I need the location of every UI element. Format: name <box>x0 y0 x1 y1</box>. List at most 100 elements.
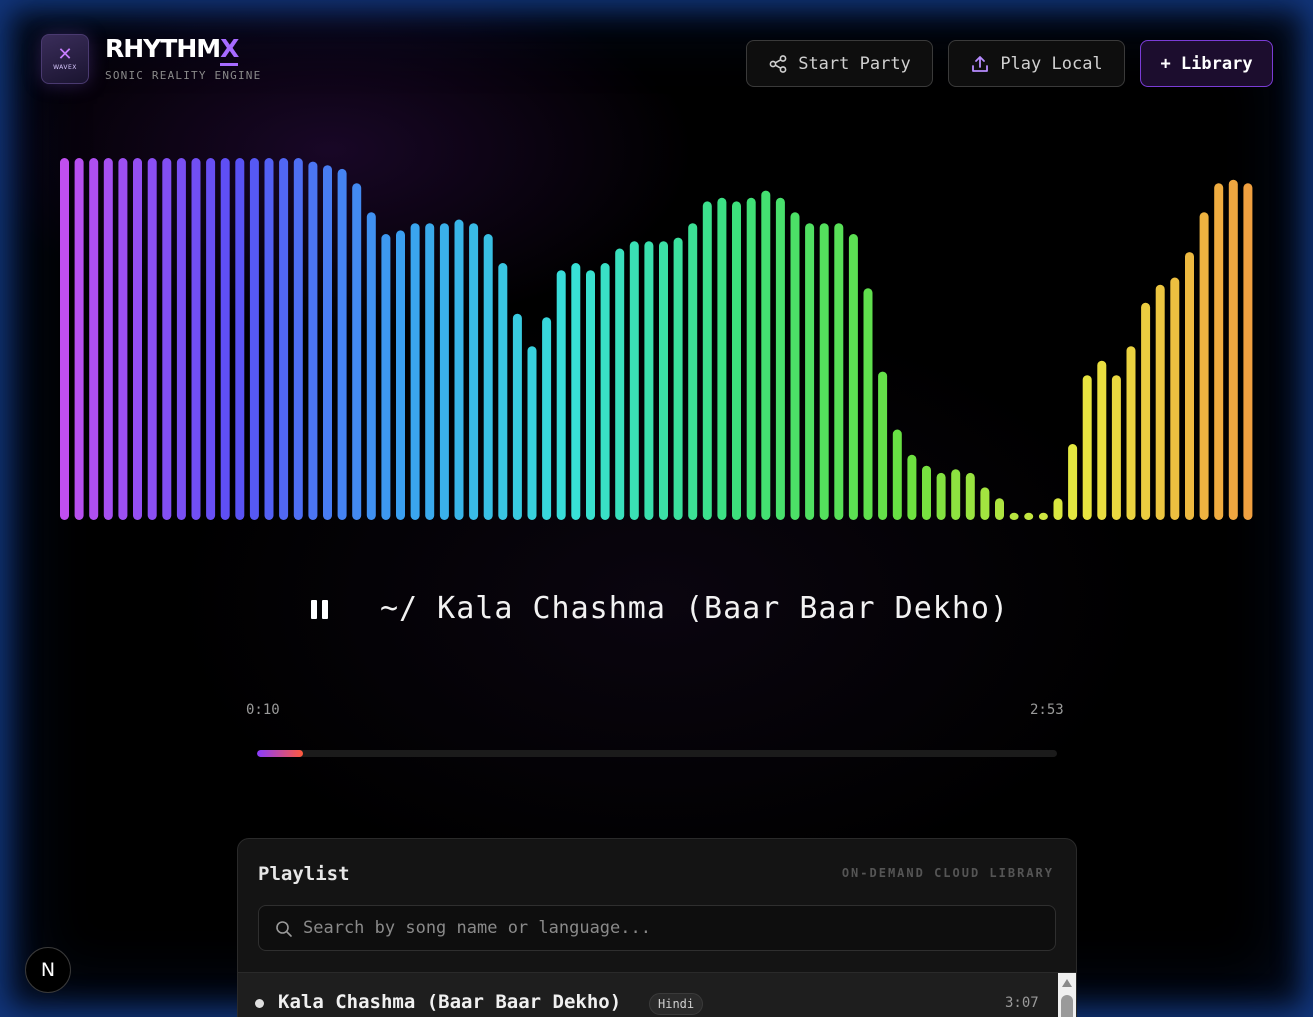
playlist-scrollbar[interactable] <box>1058 973 1076 1017</box>
visualizer-bar <box>1228 179 1238 520</box>
visualizer-bar <box>1199 212 1209 521</box>
visualizer-bar <box>775 197 785 521</box>
visualizer-bar <box>1068 444 1078 520</box>
visualizer-bar <box>1243 183 1253 521</box>
visualizer-bar <box>1185 252 1194 520</box>
start-party-label: Start Party <box>798 53 911 74</box>
share-icon <box>769 54 787 73</box>
upload-icon <box>972 55 989 72</box>
logo-wordmark: WAVEX <box>53 64 77 71</box>
visualizer-bar <box>206 158 216 520</box>
visualizer-bar <box>483 234 493 520</box>
app-title-accent: X <box>220 34 239 66</box>
visualizer-bar <box>980 487 990 520</box>
list-item[interactable]: Kala Chashma (Baar Baar Dekho) Hindi 3:0… <box>238 973 1058 1017</box>
brand-block: RHYTHMX SONIC REALITY ENGINE <box>105 34 261 82</box>
visualizer-bar <box>308 161 318 520</box>
app-title: RHYTHMX <box>105 34 261 66</box>
current-time: 0:10 <box>246 702 280 718</box>
visualizer-bar <box>761 190 771 520</box>
visualizer-bar <box>1038 512 1048 520</box>
playlist-panel: Playlist ON-DEMAND CLOUD LIBRARY Kala Ch… <box>237 838 1077 1017</box>
visualizer-bar <box>352 183 362 521</box>
visualizer-bar <box>396 230 405 520</box>
app-logo: ✕ WAVEX <box>41 34 89 84</box>
pause-button[interactable] <box>308 598 332 622</box>
visualizer-bar <box>936 472 946 520</box>
scroll-up-icon[interactable] <box>1062 979 1072 987</box>
visualizer-bar <box>103 158 113 520</box>
visualizer-bar <box>1214 183 1224 521</box>
search-icon <box>276 921 292 937</box>
visualizer-bar <box>323 165 332 520</box>
visualizer-bar <box>220 158 230 520</box>
visualizer-bar <box>1097 360 1107 520</box>
visualizer-bar <box>965 472 975 520</box>
visualizer-bar <box>600 263 610 520</box>
visualizer-bar <box>907 454 917 520</box>
visualizer-bar <box>732 201 741 520</box>
song-duration: 3:07 <box>1005 995 1039 1011</box>
search-input[interactable] <box>303 906 1043 950</box>
progress-fill <box>257 750 304 757</box>
visualizer-bar <box>1126 346 1136 520</box>
play-local-label: Play Local <box>1000 53 1103 74</box>
track-duration: 2:53 <box>1030 702 1064 718</box>
app-title-main: RHYTHM <box>105 34 221 63</box>
visualizer-bar <box>848 234 858 520</box>
visualizer-bar <box>498 263 508 520</box>
dev-tools-button[interactable]: N <box>25 947 71 993</box>
visualizer-bar <box>118 158 128 520</box>
pause-icon-right <box>322 600 328 619</box>
visualizer-bar <box>688 223 698 520</box>
add-library-button[interactable]: + Library <box>1140 40 1273 87</box>
visualizer-bar <box>162 158 172 520</box>
visualizer-bar <box>995 498 1004 520</box>
scroll-thumb[interactable] <box>1061 995 1073 1017</box>
visualizer-bar <box>410 223 420 520</box>
visualizer-bar <box>892 429 902 520</box>
visualizer-bar <box>381 234 391 520</box>
visualizer-bar <box>366 212 376 521</box>
visualizer-bar <box>74 158 84 520</box>
visualizer-bar <box>1111 375 1121 520</box>
visualizer-bar <box>629 241 639 521</box>
now-playing-title: ~/ Kala Chashma (Baar Baar Dekho) <box>380 591 1010 626</box>
visualizer-bar <box>673 237 683 520</box>
visualizer-bar <box>1141 302 1151 520</box>
visualizer-bar <box>717 197 727 521</box>
visualizer-bar <box>249 158 259 520</box>
visualizer-bar <box>615 248 625 520</box>
visualizer-bar <box>1009 512 1019 520</box>
visualizer-bar <box>746 197 756 521</box>
pause-icon-left <box>311 600 317 619</box>
visualizer-bar <box>878 371 888 520</box>
playlist-title: Playlist <box>258 863 350 885</box>
progress-bar[interactable] <box>257 750 1057 757</box>
playlist-search <box>258 905 1056 951</box>
visualizer-bar <box>264 158 274 520</box>
visualizer-bar <box>1155 284 1165 520</box>
visualizer-bar <box>89 158 99 520</box>
visualizer-bar <box>235 158 245 520</box>
playlist-tag: ON-DEMAND CLOUD LIBRARY <box>841 866 1054 880</box>
visualizer-bar <box>805 223 815 520</box>
visualizer-bar <box>133 158 142 520</box>
visualizer-bar <box>147 158 157 520</box>
playlist-list: Kala Chashma (Baar Baar Dekho) Hindi 3:0… <box>238 972 1076 1017</box>
audio-visualizer <box>60 158 1253 521</box>
visualizer-bar <box>922 465 931 520</box>
start-party-button[interactable]: Start Party <box>746 40 933 87</box>
visualizer-bar <box>469 223 479 520</box>
now-playing: ~/ Kala Chashma (Baar Baar Dekho) <box>0 588 1313 634</box>
now-playing-dot-icon <box>255 999 264 1008</box>
visualizer-bar <box>1170 277 1180 520</box>
visualizer-bar <box>819 223 829 520</box>
visualizer-bar <box>425 223 435 520</box>
visualizer-bar <box>659 241 668 521</box>
visualizer-bar <box>571 263 581 520</box>
visualizer-bar <box>702 201 712 520</box>
visualizer-bar <box>60 158 69 520</box>
play-local-button[interactable]: Play Local <box>948 40 1125 87</box>
visualizer-bar <box>790 212 800 521</box>
